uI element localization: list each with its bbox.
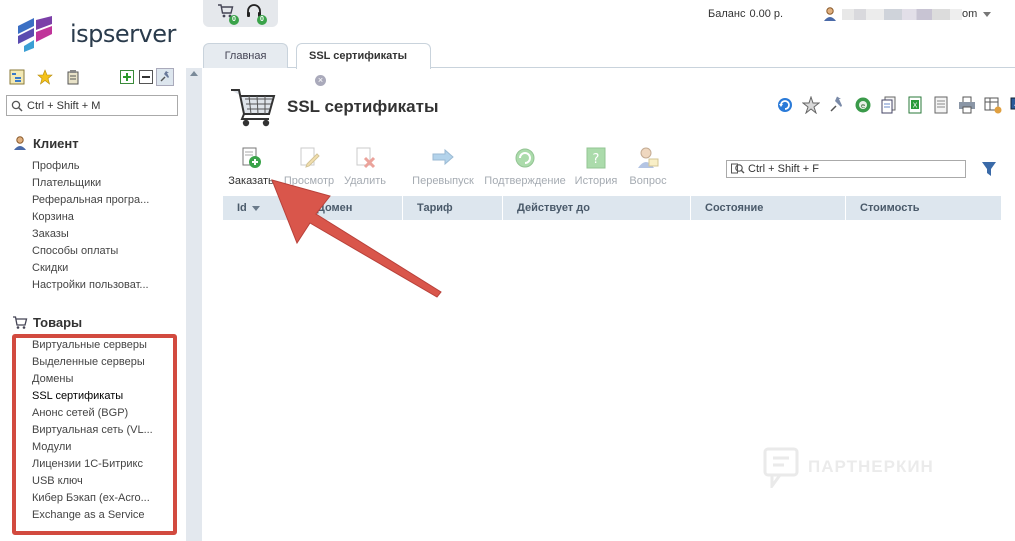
sidebar-item-payers[interactable]: Плательщики (32, 175, 149, 192)
logo-text: ispserver (70, 20, 176, 48)
redacted-username (842, 8, 962, 20)
confirm-button[interactable]: Подтверждение (483, 146, 567, 187)
client-menu: Профиль Плательщики Реферальная програ..… (32, 158, 149, 294)
watermark: ПАРТНЕРКИН (762, 446, 934, 488)
sort-desc-icon[interactable] (251, 205, 260, 211)
sidebar-item-payment-methods[interactable]: Способы оплаты (32, 243, 149, 260)
close-icon[interactable]: × (315, 74, 326, 86)
clipboard-icon[interactable] (64, 68, 82, 86)
column-domain[interactable]: Домен (303, 196, 403, 220)
svg-text:e: e (861, 102, 865, 110)
collapse-arrow-icon[interactable] (190, 71, 198, 76)
sidebar-search[interactable] (6, 95, 178, 116)
sidebar-item-referral[interactable]: Реферальная програ... (32, 192, 149, 209)
svg-text:?: ? (593, 152, 600, 167)
documents-icon[interactable] (880, 96, 898, 114)
cart-badge: 0 (229, 15, 239, 25)
pin-icon[interactable] (828, 96, 846, 114)
top-support-button[interactable]: 0 (245, 3, 267, 25)
support-badge: 0 (257, 15, 267, 25)
history-icon: ? (586, 147, 606, 169)
filter-funnel-icon[interactable] (982, 161, 996, 177)
annotation-highlight-box (12, 334, 177, 535)
sidebar: ispserver Клиент Профиль Плательщики Реф (0, 0, 186, 541)
balance-label: Баланс (708, 8, 746, 20)
balance: Баланс 0.00 р. (708, 8, 783, 20)
collapse-all-icon[interactable] (137, 68, 155, 86)
history-button[interactable]: ? История (573, 146, 619, 187)
column-cost[interactable]: Стоимость (846, 196, 1001, 220)
sidebar-item-profile[interactable]: Профиль (32, 158, 149, 175)
user-icon (14, 136, 26, 150)
column-valid-until[interactable]: Действует до (503, 196, 691, 220)
cart-icon (13, 316, 28, 329)
search-icon (11, 100, 23, 112)
add-order-icon (242, 147, 261, 168)
shopping-cart-large-icon (231, 89, 276, 127)
watermark-logo-icon (763, 447, 799, 488)
logo[interactable]: ispserver (16, 14, 176, 54)
export-icon[interactable] (932, 96, 950, 114)
globe-icon[interactable]: e (854, 96, 872, 114)
column-id[interactable]: Id (223, 196, 303, 220)
top-tray: 0 0 (203, 0, 278, 27)
balance-value: 0.00 р. (749, 8, 784, 20)
ispserver-logo-icon (18, 16, 52, 52)
confirm-icon (515, 148, 535, 168)
svg-text:X: X (913, 102, 918, 110)
tab-home[interactable]: Главная (203, 43, 288, 68)
reissue-button[interactable]: Перевыпуск (410, 146, 476, 187)
table-search-icon (731, 163, 745, 174)
pin-icon[interactable] (156, 68, 174, 86)
top-cart-button[interactable]: 0 (217, 3, 239, 25)
sidebar-item-cart[interactable]: Корзина (32, 209, 149, 226)
question-icon (638, 147, 659, 168)
print-icon[interactable] (958, 96, 976, 114)
delete-button[interactable]: Удалить (342, 146, 388, 187)
section-title-products[interactable]: Товары (12, 314, 82, 330)
user-menu[interactable]: om (822, 6, 992, 22)
star-icon[interactable] (802, 96, 820, 114)
user-name: om (842, 8, 977, 20)
page-title: SSL сертификаты (287, 97, 439, 116)
edit-icon (300, 147, 320, 168)
chevron-down-icon[interactable] (983, 11, 992, 17)
order-button[interactable]: Заказать (226, 146, 276, 187)
refresh-icon[interactable] (776, 96, 794, 114)
table-header: Id Домен Тариф Действует до Состояние Ст… (223, 196, 1001, 220)
section-title-client[interactable]: Клиент (12, 135, 79, 151)
delete-icon (356, 147, 376, 169)
view-button[interactable]: Просмотр (281, 146, 337, 187)
table-filter-input[interactable] (748, 163, 958, 175)
sidebar-search-input[interactable] (27, 99, 167, 112)
table-filter[interactable] (726, 160, 966, 178)
sidebar-toolbar (8, 68, 180, 86)
question-button[interactable]: Вопрос (627, 146, 669, 187)
sidebar-item-user-settings[interactable]: Настройки пользоват... (32, 277, 149, 294)
reissue-icon (432, 148, 454, 166)
favorites-star-icon[interactable] (36, 68, 54, 86)
sidebar-item-orders[interactable]: Заказы (32, 226, 149, 243)
api-icon[interactable]: API (1010, 96, 1015, 114)
expand-all-icon[interactable] (118, 68, 136, 86)
page-tools: e X API (776, 96, 1015, 114)
tree-view-icon[interactable] (8, 68, 26, 86)
column-tariff[interactable]: Тариф (403, 196, 503, 220)
table-settings-icon[interactable] (984, 96, 1002, 114)
tab-ssl-certificates[interactable]: SSL сертификаты× (296, 43, 431, 86)
column-status[interactable]: Состояние (691, 196, 846, 220)
user-avatar-icon (824, 7, 836, 21)
sidebar-splitter[interactable] (186, 68, 202, 541)
excel-icon[interactable]: X (906, 96, 924, 114)
sidebar-item-discounts[interactable]: Скидки (32, 260, 149, 277)
